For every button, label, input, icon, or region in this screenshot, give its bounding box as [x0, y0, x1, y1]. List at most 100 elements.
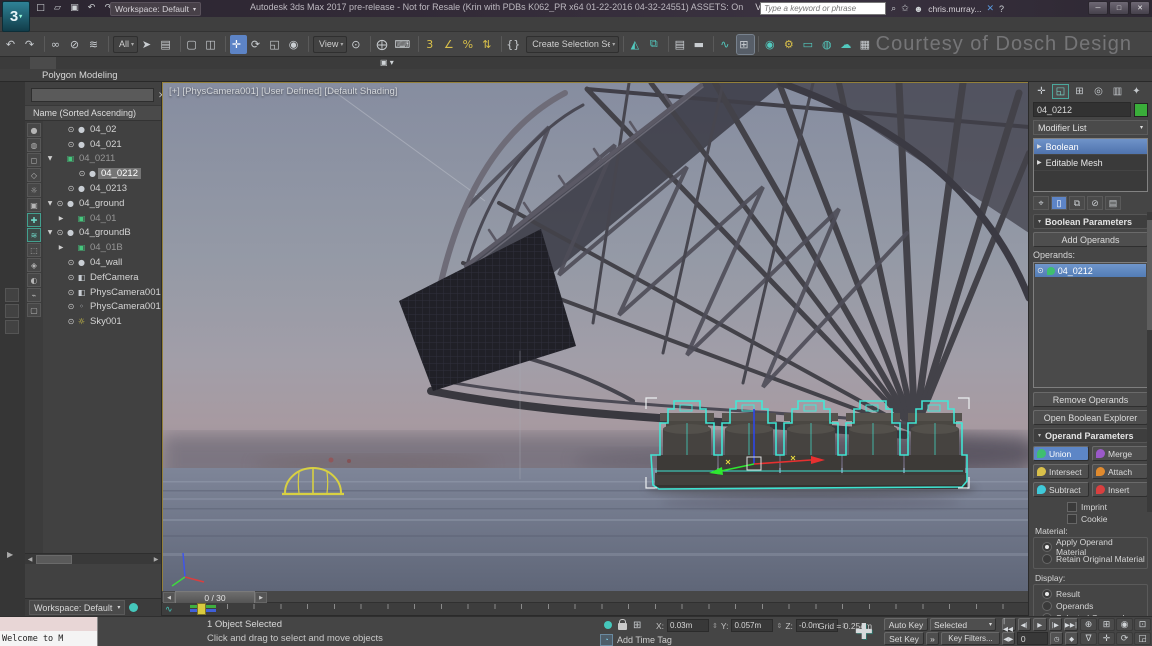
scene-item-04_02[interactable]: ⊙ ● 04_02 — [43, 122, 161, 137]
zoom-region-icon[interactable]: ⊡ — [1134, 618, 1151, 631]
render-in-cloud-icon[interactable]: ☁ — [839, 35, 856, 54]
render-setup-icon[interactable]: ⚙ — [782, 35, 799, 54]
workspace-dropdown-top[interactable]: Workspace: Default▾ — [110, 2, 201, 16]
go-to-end-button[interactable]: ▶▶| — [1064, 618, 1078, 631]
stack-item-boolean[interactable]: ▶Boolean — [1034, 139, 1147, 155]
undo-small-icon[interactable]: ↶ — [85, 2, 98, 14]
object-color-swatch[interactable] — [1134, 103, 1148, 117]
expand-arrow-icon[interactable]: ▼ — [45, 229, 55, 236]
visibility-eye-icon[interactable]: ⊙ — [77, 169, 87, 178]
select-and-move-icon[interactable]: ✛ — [230, 35, 247, 54]
scene-item-defcamera[interactable]: ⊙ ◧ DefCamera — [43, 270, 161, 285]
visibility-eye-icon[interactable]: ⊙ — [66, 184, 76, 193]
new-scene-icon[interactable]: □ — [34, 2, 47, 14]
align-icon[interactable]: ⧉ — [647, 35, 664, 54]
unlink-selection-icon[interactable]: ⊘ — [68, 35, 85, 54]
current-frame-marker[interactable] — [197, 603, 206, 615]
configure-modifier-sets-icon[interactable]: ▤ — [1105, 196, 1121, 210]
edit-named-sets-icon[interactable]: {} — [506, 35, 524, 54]
visibility-eye-icon[interactable]: ⊙ — [66, 317, 76, 326]
panel-tab-create[interactable]: ✛ — [1033, 84, 1050, 99]
set-key-button[interactable]: Set Key — [884, 632, 924, 645]
checkbox-icon[interactable] — [1067, 502, 1077, 512]
scene-item-04_ground[interactable]: ▼ ⊙ ● 04_ground — [43, 196, 161, 211]
display-materials-icon[interactable]: ◐ — [27, 273, 41, 287]
toolbar-icon[interactable] — [623, 36, 624, 52]
maximize-button[interactable]: □ — [1109, 1, 1129, 15]
expand-arrow-icon[interactable]: ▶ — [7, 550, 13, 559]
help-icon[interactable]: ? — [999, 4, 1004, 14]
sign-in-person-icon[interactable]: ☻ — [914, 4, 923, 14]
ribbon-config-icon[interactable]: ▣ ▾ — [372, 58, 402, 67]
zoom-icon[interactable]: ⊕ — [1080, 618, 1097, 631]
stack-item-editable-mesh[interactable]: ▶Editable Mesh — [1034, 155, 1147, 171]
selection-set-dropdown[interactable]: Selected▾ — [930, 618, 996, 631]
orbit-icon[interactable]: ⟳ — [1116, 632, 1133, 645]
expand-arrow-icon[interactable]: ▶ — [56, 244, 66, 251]
panel-tab-hierarchy[interactable]: ⊞ — [1071, 84, 1088, 99]
next-key-button[interactable]: |▶ — [1049, 618, 1063, 631]
select-and-manipulate-icon[interactable]: ⨁ — [375, 35, 392, 54]
dock-handle[interactable] — [5, 304, 19, 318]
key-mode-toggle-icon[interactable]: ◀▶ — [1002, 632, 1015, 645]
x-coordinate-field[interactable]: 0.03m — [667, 619, 709, 632]
mini-curve-editor-icon[interactable]: ∿ — [165, 604, 173, 615]
exchange-apps-icon[interactable]: ✕ — [986, 3, 994, 14]
radio-icon[interactable] — [1042, 542, 1052, 552]
previous-key-button[interactable]: ◀| — [1018, 618, 1032, 631]
angle-snap-icon[interactable]: ∠ — [442, 35, 459, 54]
viewport-label[interactable]: [+] [PhysCamera001] [User Defined] [Defa… — [169, 86, 397, 97]
union-button[interactable]: Union — [1033, 446, 1089, 461]
radio-icon[interactable] — [1042, 554, 1052, 564]
visibility-eye-icon[interactable]: ⊙ — [66, 302, 76, 311]
panel-scrollbar[interactable] — [1147, 212, 1152, 512]
remove-modifier-icon[interactable]: ⊘ — [1087, 196, 1103, 210]
scene-item-sky001[interactable]: ⊙ ☼ Sky001 — [43, 314, 161, 329]
mirror-icon[interactable]: ◭ — [628, 35, 645, 54]
ribbon-tab-modeling[interactable] — [30, 57, 56, 69]
zoom-extents-icon[interactable]: ◉ — [1116, 618, 1133, 631]
layer-explorer-icon[interactable]: ▤ — [673, 35, 690, 54]
merge-button[interactable]: Merge — [1092, 446, 1148, 461]
percent-snap-icon[interactable]: % — [461, 35, 478, 54]
panel-tab-display[interactable]: ▥ — [1109, 84, 1126, 99]
checkbox-icon[interactable] — [1067, 514, 1077, 524]
display-lights-icon[interactable]: ☼ — [27, 183, 41, 197]
scene-item-04_021[interactable]: ⊙ ● 04_021 — [43, 137, 161, 152]
scene-item-04_0212[interactable]: ⊙ ● 04_0212 — [43, 166, 161, 181]
visibility-eye-icon[interactable]: ⊙ — [66, 125, 76, 134]
select-and-scale-icon[interactable]: ◱ — [268, 35, 285, 54]
select-and-link-icon[interactable]: ∞ — [49, 35, 66, 54]
scene-item-04_01B[interactable]: ▶ ▣ 04_01B — [43, 240, 161, 255]
subtract-button[interactable]: Subtract — [1033, 482, 1089, 497]
cookie-checkbox[interactable]: Cookie — [1067, 513, 1148, 524]
named-sets-dropdown[interactable]: Create Selection Se▾ — [526, 36, 619, 53]
mini-key-icon[interactable]: ◆ — [1065, 632, 1078, 645]
curve-editor-icon[interactable]: ∿ — [718, 35, 735, 54]
display-containers-icon[interactable]: ▢ — [27, 303, 41, 317]
use-pivot-center-icon[interactable]: ⊙ — [349, 35, 366, 54]
make-unique-icon[interactable]: ⧉ — [1069, 196, 1085, 210]
toolbar-icon[interactable] — [44, 36, 45, 52]
operand-parameters-rollout[interactable]: ▾ Operand Parameters — [1033, 428, 1148, 443]
panel-tab-motion[interactable]: ◎ — [1090, 84, 1107, 99]
add-time-tag[interactable]: ◔ Add Time Tag — [600, 634, 672, 646]
apply-operand-material-radio[interactable]: Apply Operand Material — [1042, 541, 1145, 552]
redo-icon[interactable]: ↷ — [23, 35, 40, 54]
schematic-view-icon[interactable]: ⊞ — [737, 35, 754, 54]
listener-output-pane[interactable]: Welcome to M — [0, 631, 97, 646]
keyboard-override-icon[interactable]: ⌨ — [394, 35, 414, 54]
workspace-indicator-icon[interactable] — [129, 603, 138, 612]
window-crossing-icon[interactable]: ◫ — [204, 35, 221, 54]
undo-icon[interactable]: ↶ — [4, 35, 21, 54]
snap-toggle-3d-icon[interactable]: 3 — [423, 35, 440, 54]
pan-icon[interactable]: ✛ — [1098, 632, 1115, 645]
time-config-icon[interactable]: ◷ — [1050, 632, 1063, 645]
display-spacewarps-icon[interactable]: ≋ — [27, 228, 41, 242]
spinner-icon[interactable]: ⇕ — [776, 622, 782, 630]
toolbar-icon[interactable] — [308, 36, 309, 52]
zoom-all-icon[interactable]: ⊞ — [1098, 618, 1115, 631]
material-editor-icon[interactable]: ◉ — [763, 35, 780, 54]
display-geometry-icon[interactable]: ◻ — [27, 153, 41, 167]
spinner-icon[interactable]: ⇕ — [712, 622, 718, 630]
